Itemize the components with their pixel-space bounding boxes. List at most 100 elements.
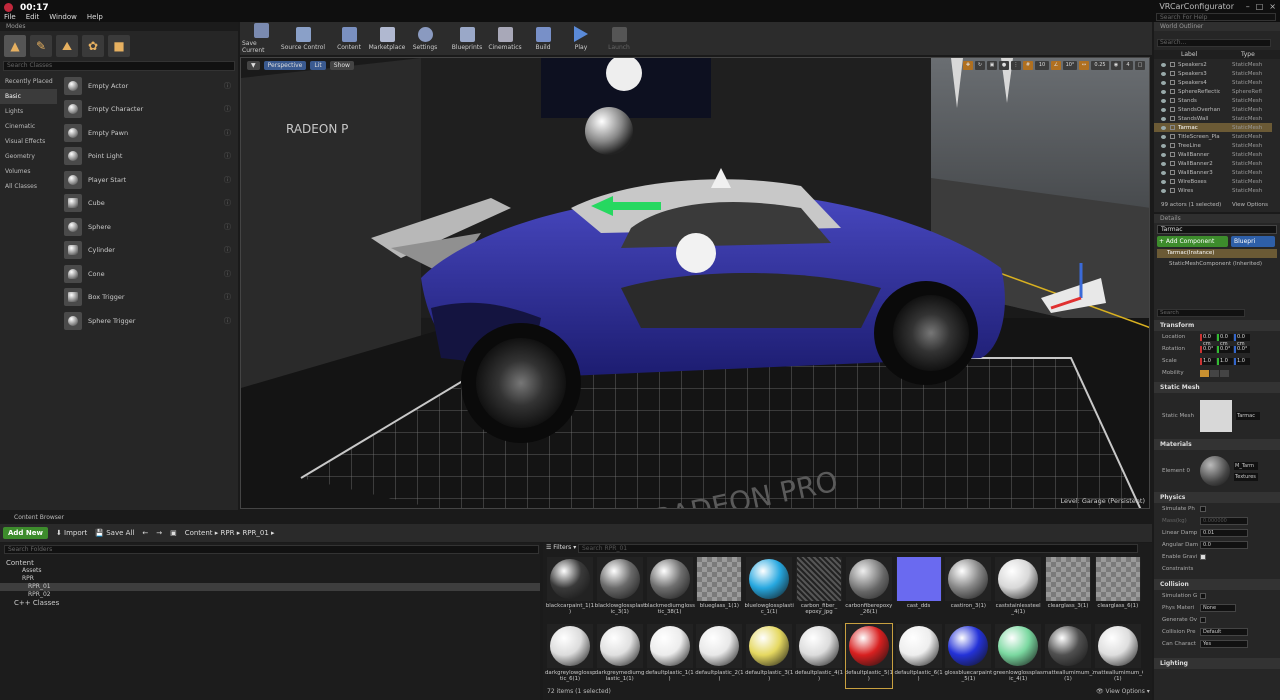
content-browser-tab[interactable]: Content Browser (14, 514, 64, 521)
forward-button[interactable]: → (156, 529, 162, 537)
phys-material-dropdown[interactable]: None (1200, 604, 1236, 612)
visibility-eye-icon[interactable] (1161, 179, 1166, 184)
breadcrumb-rpr01[interactable]: RPR_01 (242, 529, 268, 537)
asset-tile[interactable]: darkgreylowglossplas tic_6(1) (545, 624, 595, 688)
play-button[interactable]: Play (562, 22, 600, 55)
info-icon[interactable]: ⓘ (224, 292, 231, 302)
category-geometry[interactable]: Geometry (0, 149, 57, 164)
source-control-button[interactable]: Source Control (280, 22, 326, 55)
show-button[interactable]: Show (329, 61, 354, 70)
maximize-button[interactable]: □ (1256, 2, 1264, 11)
movable-mobility-button[interactable] (1220, 369, 1229, 377)
folder-assets[interactable]: Assets (0, 567, 540, 575)
rotation-z[interactable]: 0.0° (1234, 345, 1250, 353)
asset-tile[interactable]: clearglass_6(1) (1094, 557, 1141, 621)
blueprint-button[interactable]: Bluepri (1231, 236, 1275, 247)
launch-button[interactable]: Launch (600, 22, 638, 55)
outliner-row[interactable]: StandsWall StaticMesh (1154, 114, 1272, 123)
visibility-eye-icon[interactable] (1161, 152, 1166, 157)
list-item[interactable]: Empty Actor ⓘ (60, 74, 236, 98)
type-column[interactable]: Type (1241, 51, 1255, 58)
instance-row[interactable]: Tarmac(Instance) (1157, 249, 1277, 258)
outliner-row[interactable]: StandsOverhan StaticMesh (1154, 105, 1272, 114)
list-item[interactable]: Player Start ⓘ (60, 168, 236, 192)
outliner-row[interactable]: WireBoxes StaticMesh (1154, 177, 1272, 186)
outliner-row[interactable]: WallBanner StaticMesh (1154, 150, 1272, 159)
asset-tile[interactable]: defaultplastic_5(1 ) (845, 623, 893, 689)
back-button[interactable]: ← (142, 529, 148, 537)
info-icon[interactable]: ⓘ (224, 198, 231, 208)
category-lights[interactable]: Lights (0, 104, 57, 119)
scale-snap-value[interactable]: 0.25 (1091, 61, 1109, 70)
asset-tile[interactable]: darkgreymediumglossp lastic_1(1) (595, 624, 645, 688)
info-icon[interactable]: ⓘ (224, 245, 231, 255)
info-icon[interactable]: ⓘ (224, 175, 231, 185)
geometry-mode-icon[interactable]: ■ (108, 35, 130, 57)
static-mesh-section[interactable]: Static Mesh (1154, 382, 1280, 393)
physics-section[interactable]: Physics (1154, 492, 1280, 503)
info-icon[interactable]: ⓘ (224, 128, 231, 138)
filters-button[interactable]: ☰ Filters ▾ (546, 544, 576, 551)
category-recently-placed[interactable]: Recently Placed (0, 74, 57, 89)
simulation-generates-checkbox[interactable] (1200, 593, 1206, 599)
static-mobility-button[interactable] (1200, 369, 1209, 377)
camera-speed-value[interactable]: 4 (1123, 61, 1133, 70)
scale-x[interactable]: 1.0 (1200, 357, 1216, 365)
angular-damping-field[interactable]: 0.0 (1200, 541, 1248, 549)
asset-tile[interactable]: defaultplastic_3(1 ) (745, 624, 793, 688)
visibility-eye-icon[interactable] (1161, 98, 1166, 103)
mesh-thumbnail[interactable] (1200, 400, 1232, 432)
list-item[interactable]: Cube ⓘ (60, 192, 236, 216)
grid-snap-value[interactable]: 10 (1035, 61, 1049, 70)
static-mesh-dropdown[interactable]: Tarmac (1236, 412, 1260, 420)
menu-edit[interactable]: Edit (26, 13, 40, 21)
rotation-x[interactable]: 0.0° (1200, 345, 1216, 353)
visibility-eye-icon[interactable] (1161, 80, 1166, 85)
build-button[interactable]: Build (524, 22, 562, 55)
location-z[interactable]: 0.0 cm (1234, 333, 1250, 347)
blueprints-button[interactable]: Blueprints (448, 22, 486, 55)
component-row[interactable]: StaticMeshComponent (Inherited) (1157, 259, 1277, 269)
outliner-tab[interactable]: World Outliner (1154, 22, 1280, 31)
list-item[interactable]: Sphere ⓘ (60, 215, 236, 239)
maximize-viewport-icon[interactable]: □ (1135, 61, 1145, 70)
outliner-row[interactable]: Speakers3 StaticMesh (1154, 69, 1272, 78)
scale-snap-icon[interactable]: ↔ (1079, 61, 1089, 70)
grid-snap-icon[interactable]: # (1023, 61, 1033, 70)
visibility-eye-icon[interactable] (1161, 89, 1166, 94)
visibility-eye-icon[interactable] (1161, 170, 1166, 175)
search-folders-input[interactable]: Search Folders (4, 545, 539, 554)
asset-tile[interactable]: defaultplastic_1(1 ) (645, 624, 694, 688)
asset-tile[interactable]: matteallumimum_2 (1) (1043, 624, 1093, 688)
asset-tile[interactable]: glossbluecarpaint _5(1) (945, 624, 992, 688)
rotation-y[interactable]: 0.0° (1217, 345, 1233, 353)
list-item[interactable]: Cone ⓘ (60, 262, 236, 286)
transform-section[interactable]: Transform (1154, 320, 1280, 331)
scale-y[interactable]: 1.0 (1217, 357, 1233, 365)
add-component-button[interactable]: + Add Component (1157, 236, 1228, 247)
asset-tile[interactable]: bluelowglossplasti c_1(1) (745, 557, 794, 621)
asset-tile[interactable]: blacklowglossplast ic_3(1) (595, 557, 645, 621)
outliner-row[interactable]: TitleScreen_Pla StaticMesh (1154, 132, 1272, 141)
foliage-mode-icon[interactable]: ✿ (82, 35, 104, 57)
asset-tile[interactable]: castiron_3(1) (945, 557, 992, 621)
breadcrumb-rpr[interactable]: RPR (221, 529, 235, 537)
asset-tile[interactable]: blackmediumglossplas tic_38(1) (645, 557, 695, 621)
outliner-view-options[interactable]: View Options (1232, 202, 1268, 208)
info-icon[interactable]: ⓘ (224, 222, 231, 232)
marketplace-button[interactable]: Marketplace (368, 22, 406, 55)
outliner-row[interactable]: Speakers4 StaticMesh (1154, 78, 1272, 87)
level-viewport[interactable]: RADEON PRO RADEON P ▼ Perspective Lit Sh… (240, 57, 1150, 509)
place-mode-icon[interactable]: ▲ (4, 35, 26, 57)
info-icon[interactable]: ⓘ (224, 316, 231, 326)
asset-search-input[interactable]: Search RPR_01 (578, 544, 1138, 553)
content-button[interactable]: Content (330, 22, 368, 55)
category-basic[interactable]: Basic (0, 89, 57, 104)
outliner-row[interactable]: Speakers2 StaticMesh (1154, 60, 1272, 69)
asset-tile[interactable]: defaultplastic_2(1 ) (695, 624, 744, 688)
folder-rpr-02[interactable]: RPR_02 (0, 591, 540, 599)
lit-button[interactable]: Lit (310, 61, 326, 70)
asset-tile[interactable]: blueglass_1(1) (696, 557, 743, 621)
category-cinematic[interactable]: Cinematic (0, 119, 57, 134)
visibility-eye-icon[interactable] (1161, 62, 1166, 67)
